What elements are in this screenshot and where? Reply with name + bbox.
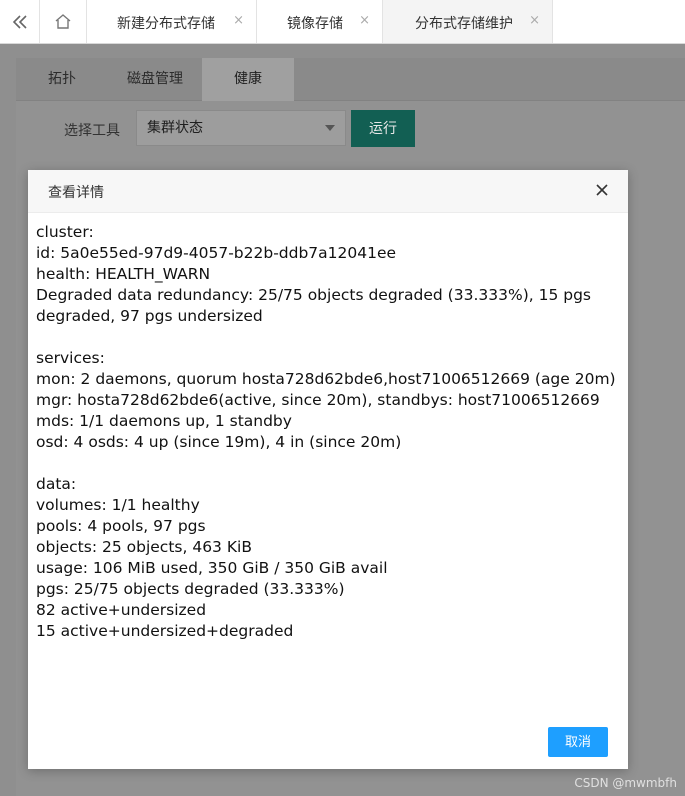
detail-line: mon: 2 daemons, quorum hosta728d62bde6,h… (36, 370, 616, 388)
close-icon[interactable]: × (359, 13, 370, 28)
detail-line: degraded, 97 pgs undersized (36, 307, 263, 325)
detail-line: objects: 25 objects, 463 KiB (36, 538, 252, 556)
caret-down-icon (325, 125, 335, 131)
collapse-sidebar-button[interactable] (0, 0, 40, 43)
tab-label: 新建分布式存储 (117, 16, 215, 32)
sub-tab-bar: 拓扑 磁盘管理 健康 (16, 58, 685, 101)
subtab-disk-management[interactable]: 磁盘管理 (108, 58, 202, 100)
detail-line: data: (36, 475, 77, 493)
tab-label: 分布式存储维护 (415, 16, 513, 32)
detail-line: mgr: hosta728d62bde6(active, since 20m),… (36, 391, 600, 409)
top-tab-bar: 新建分布式存储 × 镜像存储 × 分布式存储维护 × (0, 0, 685, 44)
details-modal: 查看详情 cluster: id: 5a0e55ed-97d9-4057-b22… (28, 170, 628, 769)
tab-label: 镜像存储 (287, 16, 343, 32)
detail-line: services: (36, 349, 105, 367)
tool-select[interactable]: 集群状态 (136, 110, 346, 146)
subtab-topology[interactable]: 拓扑 (16, 58, 108, 100)
detail-line: 15 active+undersized+degraded (36, 622, 294, 640)
tool-select-value: 集群状态 (147, 120, 203, 136)
detail-line: osd: 4 osds: 4 up (since 19m), 4 in (sin… (36, 433, 402, 451)
detail-line: 82 active+undersized (36, 601, 207, 619)
detail-line: cluster: (36, 223, 94, 241)
detail-line (36, 453, 622, 474)
detail-line: volumes: 1/1 healthy (36, 496, 200, 514)
cancel-button[interactable]: 取消 (548, 727, 608, 757)
detail-line: Degraded data redundancy: 25/75 objects … (36, 286, 591, 304)
detail-line: usage: 106 MiB used, 350 GiB / 350 GiB a… (36, 559, 388, 577)
modal-body: cluster: id: 5a0e55ed-97d9-4057-b22b-ddb… (36, 222, 622, 642)
close-icon[interactable]: × (233, 13, 244, 28)
watermark: CSDN @mwmbfh (574, 776, 677, 790)
detail-line: health: HEALTH_WARN (36, 265, 211, 283)
close-icon[interactable] (592, 180, 612, 200)
detail-line: pgs: 25/75 objects degraded (33.333%) (36, 580, 345, 598)
detail-line: pools: 4 pools, 97 pgs (36, 517, 206, 535)
detail-line (36, 327, 622, 348)
double-chevron-left-icon (12, 14, 27, 29)
modal-header: 查看详情 (28, 170, 628, 213)
home-button[interactable] (40, 0, 87, 43)
tab-distributed-storage-maintenance[interactable]: 分布式存储维护 × (383, 0, 553, 43)
tool-select-label: 选择工具 (64, 123, 120, 139)
subtab-health[interactable]: 健康 (202, 58, 294, 101)
tab-new-distributed-storage[interactable]: 新建分布式存储 × (87, 0, 257, 43)
run-button[interactable]: 运行 (351, 110, 415, 147)
home-icon (55, 14, 71, 29)
detail-line: id: 5a0e55ed-97d9-4057-b22b-ddb7a12041ee (36, 244, 397, 262)
tab-image-storage[interactable]: 镜像存储 × (257, 0, 383, 43)
detail-line: mds: 1/1 daemons up, 1 standby (36, 412, 292, 430)
close-icon[interactable]: × (529, 13, 540, 28)
modal-title: 查看详情 (48, 185, 104, 201)
